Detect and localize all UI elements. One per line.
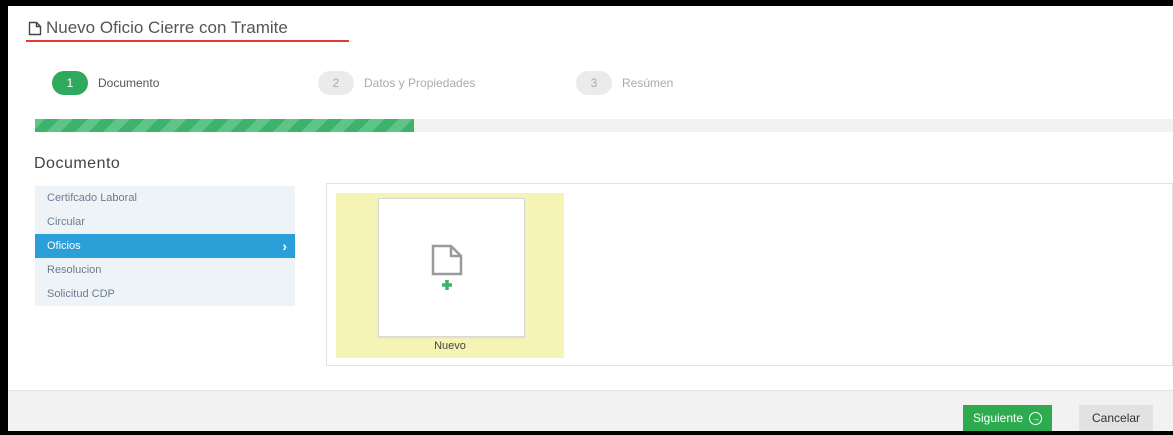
list-item-resolucion[interactable]: Resolucion [35, 258, 295, 282]
list-item-label: Resolucion [47, 264, 102, 276]
list-item-label: Solicitud CDP [47, 288, 115, 300]
document-icon [28, 21, 42, 35]
new-document-tile[interactable]: Nuevo [336, 193, 564, 358]
chevron-right-icon: › [282, 238, 287, 254]
step-label: Resúmen [622, 76, 674, 90]
new-document-card [378, 198, 525, 337]
list-item-certificado-laboral[interactable]: Certifcado Laboral [35, 186, 295, 210]
wizard-step-documento[interactable]: 1 Documento [52, 71, 159, 95]
next-button-label: Siguiente [973, 411, 1024, 425]
list-item-solicitud-cdp[interactable]: Solicitud CDP [35, 282, 295, 306]
wizard-step-resumen[interactable]: 3 Resúmen [576, 71, 673, 95]
step-number: 2 [318, 71, 354, 95]
step-number: 1 [52, 71, 88, 95]
dialog-footer: Siguiente → Cancelar [8, 390, 1173, 431]
document-type-list: Certifcado Laboral Circular Oficios › Re… [35, 186, 295, 306]
step-label: Datos y Propiedades [364, 76, 476, 90]
dialog-title-bar: Nuevo Oficio Cierre con Tramite [28, 18, 288, 38]
title-underline [26, 40, 349, 42]
section-title: Documento [34, 155, 121, 172]
next-button[interactable]: Siguiente → [963, 405, 1053, 431]
list-item-circular[interactable]: Circular [35, 210, 295, 234]
wizard-step-datos[interactable]: 2 Datos y Propiedades [318, 71, 475, 95]
cancel-button[interactable]: Cancelar [1079, 405, 1154, 431]
new-document-label: Nuevo [434, 340, 466, 352]
progress-fill [35, 119, 414, 132]
dialog-title: Nuevo Oficio Cierre con Tramite [46, 18, 288, 37]
list-item-label: Certifcado Laboral [47, 192, 137, 204]
list-item-label: Circular [47, 216, 85, 228]
list-item-oficios[interactable]: Oficios › [35, 234, 295, 258]
new-document-icon [431, 244, 463, 290]
step-label: Documento [98, 76, 160, 90]
template-panel: Nuevo [326, 183, 1173, 366]
wizard-progress-bar [35, 119, 1173, 132]
step-number: 3 [576, 71, 612, 95]
list-item-label: Oficios [47, 240, 81, 252]
cancel-button-label: Cancelar [1092, 411, 1141, 425]
arrow-circle-right-icon: → [1029, 412, 1043, 426]
dialog-frame: Nuevo Oficio Cierre con Tramite 1 Docume… [8, 6, 1173, 431]
